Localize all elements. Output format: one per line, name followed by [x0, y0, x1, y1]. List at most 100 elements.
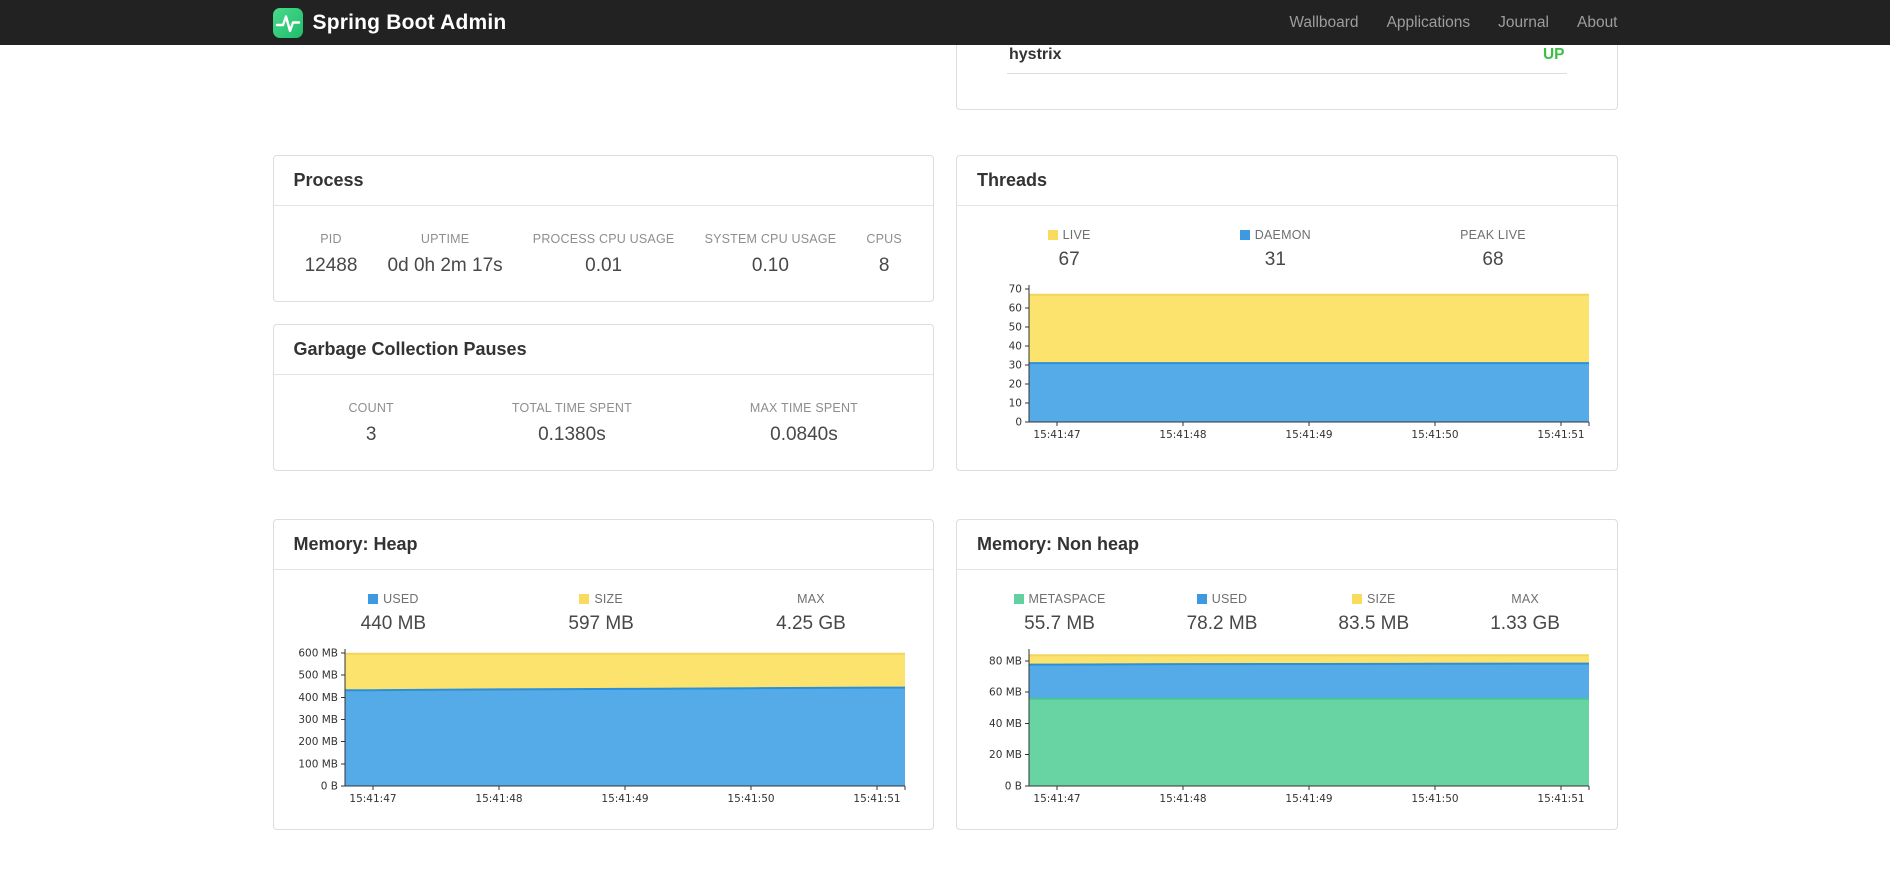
gc-pauses-card: Garbage Collection Pauses COUNT 3 TOTAL …: [272, 324, 934, 471]
nonheap-card-title: Memory: Non heap: [977, 534, 1140, 554]
nav-item-applications[interactable]: Applications: [1387, 14, 1471, 32]
legend-value: 68: [1482, 249, 1504, 270]
legend-value: 55.7 MB: [1024, 613, 1095, 634]
nonheap-card-header: Memory: Non heap: [957, 520, 1617, 570]
gc-stats: COUNT 3 TOTAL TIME SPENT 0.1380s MAX TIM…: [274, 375, 934, 470]
daemon-swatch-icon: [1239, 230, 1250, 240]
live-swatch-icon: [1047, 230, 1058, 240]
gc-card-header: Garbage Collection Pauses: [273, 325, 933, 375]
legend-value: 440 MB: [360, 613, 427, 634]
stat-label: COUNT: [348, 401, 394, 415]
svg-text:80 MB: 80 MB: [989, 655, 1022, 667]
legend-item-metaspace: METASPACE 55.7 MB: [1013, 592, 1106, 635]
stat-system-cpu-usage: SYSTEM CPU USAGE 0.10: [705, 232, 837, 277]
nav-item-wallboard[interactable]: Wallboard: [1289, 14, 1358, 32]
legend-label: SIZE: [594, 592, 623, 606]
stat-uptime: UPTIME 0d 0h 2m 17s: [388, 232, 503, 277]
legend-item-used: USED 440 MB: [361, 592, 426, 635]
threads-card-title: Threads: [977, 170, 1048, 190]
stat-process-cpu-usage: PROCESS CPU USAGE 0.01: [533, 232, 675, 277]
svg-text:15:41:50: 15:41:50: [1411, 793, 1458, 805]
stat-value: 0.1380s: [538, 424, 606, 445]
svg-text:15:41:49: 15:41:49: [602, 793, 649, 805]
brand[interactable]: Spring Boot Admin: [272, 7, 507, 38]
stat-pid: PID 12488: [305, 232, 358, 277]
nav-item-about[interactable]: About: [1577, 14, 1618, 32]
stat-label: SYSTEM CPU USAGE: [704, 232, 837, 246]
spring-boot-admin-logo-icon: [272, 7, 303, 38]
svg-text:15:41:48: 15:41:48: [1159, 793, 1206, 805]
legend-value: 4.25 GB: [776, 613, 846, 634]
nav-links: Wallboard Applications Journal About: [1289, 14, 1617, 32]
legend-item-size: SIZE 83.5 MB: [1338, 592, 1409, 635]
metaspace-swatch-icon: [1013, 594, 1024, 604]
svg-text:100 MB: 100 MB: [299, 758, 339, 770]
svg-text:10: 10: [1008, 398, 1021, 410]
nonheap-legend: METASPACE 55.7 MB USED 78.2 MB SIZE 83.5…: [957, 570, 1617, 635]
stat-value: 0d 0h 2m 17s: [387, 255, 503, 276]
threads-legend: LIVE 67 DAEMON 31 PEAK LIVE 68: [957, 206, 1617, 271]
memory-heap-chart: 0 B 100 MB 200 MB 300 MB 400 MB 500 MB 600 MB 1…: [299, 648, 906, 805]
status-badge: UP: [1542, 46, 1565, 63]
legend-label: SIZE: [1367, 592, 1396, 606]
memory-heap-card: Memory: Heap USED 440 MB SIZE 597 MB MAX…: [272, 519, 934, 830]
process-stats: PID 12488 UPTIME 0d 0h 2m 17s PROCESS CP…: [274, 206, 934, 301]
svg-text:15:41:51: 15:41:51: [1537, 793, 1584, 805]
svg-text:20 MB: 20 MB: [989, 749, 1022, 761]
used-swatch-icon: [1196, 594, 1207, 604]
legend-label: MAX: [797, 592, 825, 606]
svg-text:30: 30: [1008, 360, 1021, 372]
threads-chart-area: 0 10 20 30 40 50 60 70 15:41:47 15:41:48 15:41:49 1…: [957, 281, 1617, 465]
stat-value: 0.10: [751, 255, 789, 276]
navbar-container: Spring Boot Admin Wallboard Applications…: [272, 0, 1618, 45]
heap-card-title: Memory: Heap: [293, 534, 418, 554]
legend-label: DAEMON: [1254, 228, 1311, 242]
stat-cpus: CPUS 8: [866, 232, 902, 277]
legend-value: 83.5 MB: [1338, 613, 1410, 634]
nav-item-journal[interactable]: Journal: [1498, 14, 1549, 32]
svg-text:15:41:49: 15:41:49: [1285, 429, 1332, 441]
navbar: Spring Boot Admin Wallboard Applications…: [0, 0, 1890, 45]
process-card: Process PID 12488 UPTIME 0d 0h 2m 17s PR…: [272, 155, 934, 302]
stat-label: MAX TIME SPENT: [749, 401, 859, 415]
legend-item-used: USED 78.2 MB: [1187, 592, 1258, 635]
svg-text:70: 70: [1008, 284, 1021, 296]
stat-value: 8: [878, 255, 890, 276]
svg-text:15:41:47: 15:41:47: [1033, 793, 1080, 805]
stat-value: 3: [365, 424, 377, 445]
size-swatch-icon: [579, 594, 590, 604]
svg-text:40: 40: [1008, 341, 1021, 353]
svg-text:300 MB: 300 MB: [299, 714, 339, 726]
svg-text:15:41:47: 15:41:47: [1033, 429, 1080, 441]
size-swatch-icon: [1352, 594, 1362, 604]
process-card-title: Process: [293, 170, 364, 190]
legend-value: 1.33 GB: [1490, 613, 1560, 634]
stat-label: PROCESS CPU USAGE: [532, 232, 675, 246]
svg-text:400 MB: 400 MB: [299, 692, 339, 704]
svg-text:40 MB: 40 MB: [989, 718, 1022, 730]
legend-value: 597 MB: [568, 613, 634, 634]
stat-count: COUNT 3: [348, 401, 393, 446]
svg-text:15:41:47: 15:41:47: [350, 793, 397, 805]
legend-item-peak-live: PEAK LIVE 68: [1460, 228, 1526, 271]
legend-label: USED: [383, 592, 419, 606]
legend-item-live: LIVE 67: [1047, 228, 1091, 271]
svg-text:20: 20: [1008, 379, 1021, 391]
used-swatch-icon: [368, 594, 379, 604]
svg-text:600 MB: 600 MB: [299, 648, 339, 660]
memory-nonheap-chart: 0 B 20 MB 40 MB 60 MB 80 MB 15:41:47 15:41:48 1…: [989, 649, 1590, 805]
gc-card-title: Garbage Collection Pauses: [293, 339, 527, 359]
stat-value: 0.01: [585, 255, 623, 276]
svg-text:15:41:50: 15:41:50: [1411, 429, 1458, 441]
legend-label: LIVE: [1062, 228, 1091, 242]
legend-item-max: MAX 1.33 GB: [1490, 592, 1560, 635]
svg-text:15:41:51: 15:41:51: [854, 793, 901, 805]
svg-text:60: 60: [1008, 303, 1021, 315]
svg-text:60 MB: 60 MB: [989, 687, 1022, 699]
legend-value: 78.2 MB: [1186, 613, 1258, 634]
empty-column: [273, 45, 935, 110]
svg-text:0 B: 0 B: [321, 781, 338, 793]
stat-label: PID: [320, 232, 342, 246]
threads-card-header: Threads: [957, 156, 1617, 206]
threads-chart: 0 10 20 30 40 50 60 70 15:41:47 15:41:48 15:41:49 1…: [1008, 284, 1590, 441]
